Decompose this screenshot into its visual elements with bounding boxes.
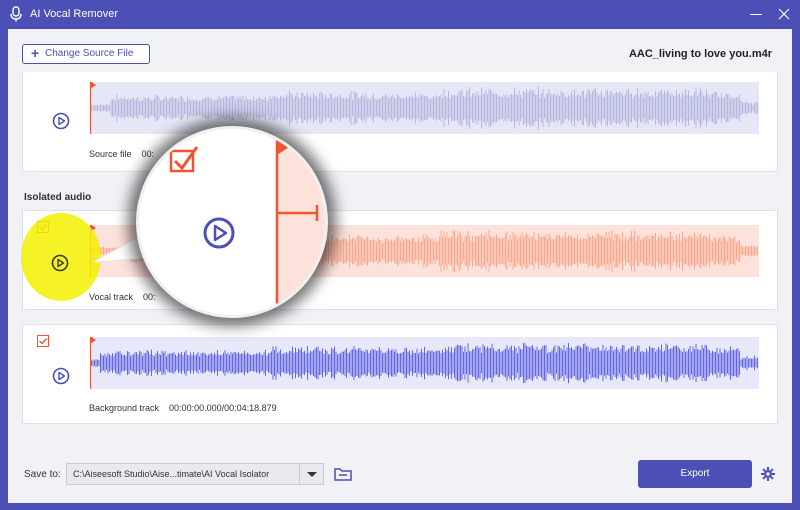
app-title: AI Vocal Remover (30, 8, 119, 20)
background-track-panel: Background track 00:00:00.000/00:04:18.87… (22, 324, 778, 424)
save-to-label: Save to: (24, 469, 61, 480)
vocal-time: 00: (143, 292, 156, 302)
play-circle-icon (203, 217, 235, 249)
source-time: 00: (141, 149, 155, 159)
vocal-meta: Vocal track 00: (89, 292, 156, 302)
change-source-button[interactable]: + Change Source File (22, 44, 150, 64)
waveform-path (90, 86, 758, 130)
magnifier-lens (136, 126, 328, 318)
chevron-down-icon[interactable] (299, 464, 323, 484)
waveform-path (90, 342, 758, 384)
plus-icon: + (31, 45, 40, 61)
close-icon[interactable] (776, 6, 792, 22)
playhead-flag (90, 337, 96, 344)
save-path-select[interactable]: C:\Aiseesoft Studio\Aise...timate\AI Voc… (66, 463, 324, 485)
source-file-panel: Source file 00: (22, 72, 778, 172)
play-circle-icon[interactable] (51, 254, 69, 272)
background-time: 00:00:00.000/00:04:18.879 (169, 403, 277, 413)
source-file-name: AAC_living to love you.m4r (628, 48, 772, 60)
title-bar: AI Vocal Remover (0, 0, 800, 29)
gear-icon[interactable] (761, 467, 775, 481)
checkbox-icon (169, 146, 199, 173)
source-meta: Source file 00: (89, 149, 154, 159)
background-meta: Background track 00:00:00.000/00:04:18.87… (89, 403, 277, 413)
background-waveform[interactable] (90, 337, 759, 389)
export-button[interactable]: Export (638, 460, 752, 488)
change-source-label: Change Source File (45, 48, 134, 59)
play-circle-icon[interactable] (52, 367, 70, 385)
background-label: Background track (89, 403, 160, 413)
mic-icon (10, 6, 22, 22)
isolated-audio-heading: Isolated audio (24, 192, 92, 203)
source-label: Source file (89, 149, 132, 159)
minimize-icon[interactable] (750, 14, 762, 15)
source-waveform[interactable] (90, 82, 759, 134)
folder-icon[interactable] (334, 466, 352, 482)
background-checkbox[interactable] (37, 335, 49, 347)
play-circle-icon[interactable] (52, 112, 70, 130)
save-path-value: C:\Aiseesoft Studio\Aise...timate\AI Voc… (73, 469, 270, 479)
vocal-label: Vocal track (89, 292, 134, 302)
playhead-flag (90, 82, 96, 89)
